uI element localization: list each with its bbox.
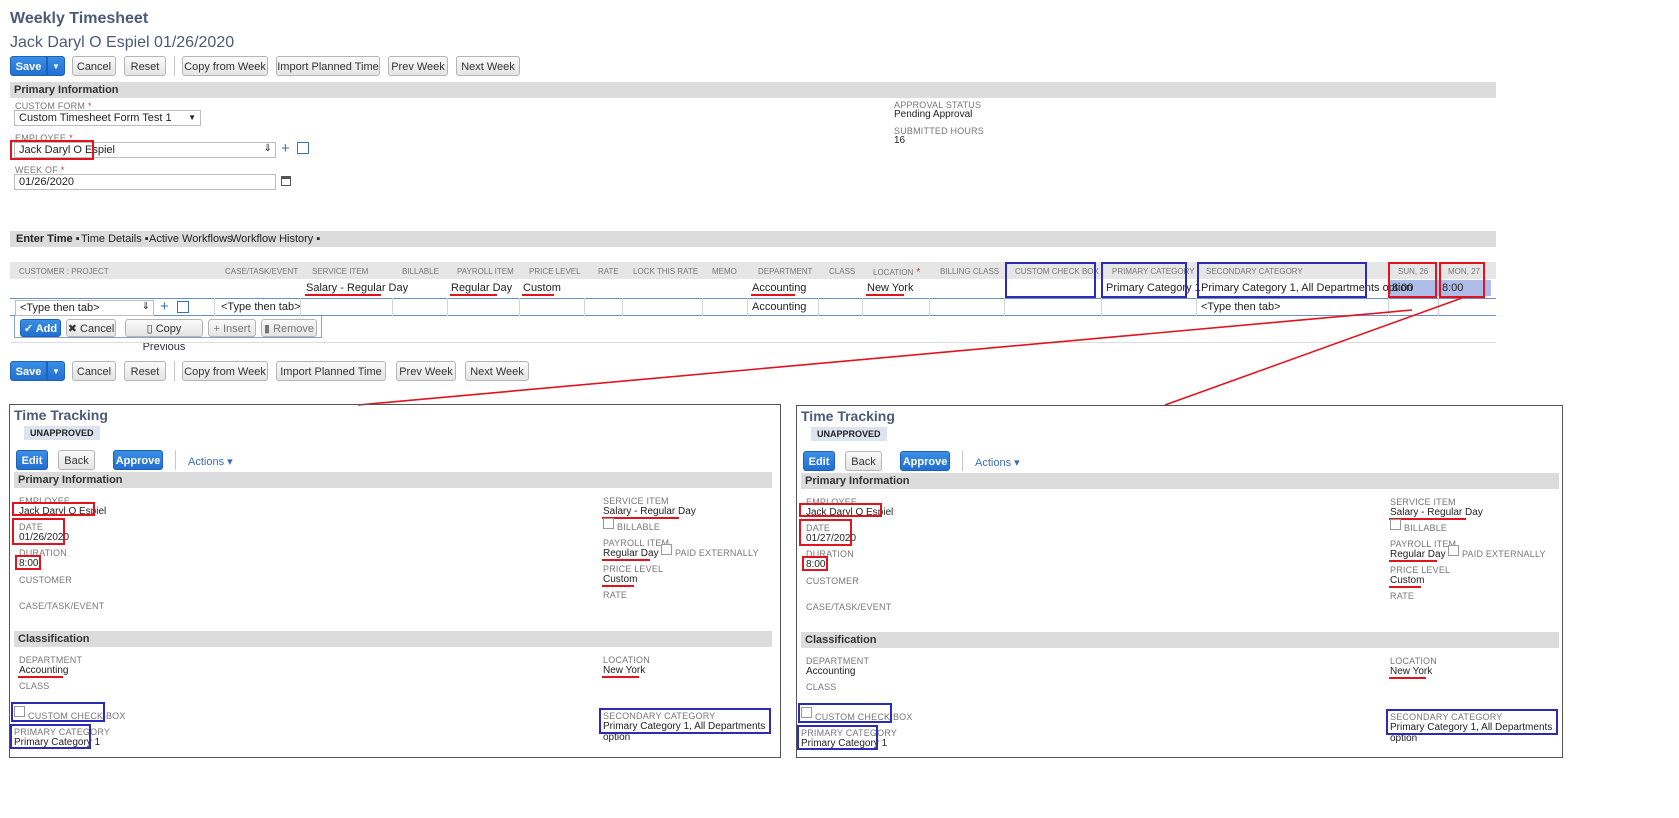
payroll-item-label: PAYROLL ITEM [1390,539,1457,549]
customer-label: CUSTOMER [806,576,859,586]
underline-location [1389,677,1426,679]
highlight-custom-check-box [11,702,105,722]
back-button[interactable]: Back [58,450,95,470]
edit-button[interactable]: Edit [803,451,835,471]
location-value: New York [1390,666,1433,677]
service-item-value: Salary - Regular Day [1390,507,1483,518]
back-button[interactable]: Back [845,451,882,471]
paid-externally-checkbox[interactable] [661,544,672,555]
class-label: CLASS [19,681,50,691]
highlight-duration [15,555,41,570]
highlight-date [12,518,65,545]
highlight-secondary-category [1386,709,1558,735]
underline-price-level [602,585,634,587]
rate-label: RATE [1390,591,1415,601]
underline-payroll-item [1389,560,1437,562]
billable-checkbox[interactable] [603,518,614,529]
tt-primary-section: Primary Information [14,472,772,488]
department-value: Accounting [806,666,856,677]
case-task-event-label: CASE/TASK/EVENT [806,602,892,612]
location-value: New York [603,665,646,676]
time-tracking-panel-2: Time Tracking UNAPPROVED Edit Back Appro… [796,405,1563,758]
highlight-employee [12,502,95,516]
status-badge: UNAPPROVED [24,426,100,440]
actions-menu[interactable]: Actions ▾ [975,456,1020,469]
price-level-value: Custom [1390,575,1425,586]
highlight-primary-category [797,725,878,750]
payroll-item-value: Regular Day [1390,549,1446,560]
highlight-custom-check-box [798,703,892,723]
highlight-secondary-category [599,708,771,734]
underline-location [602,676,639,678]
department-label: DEPARTMENT [19,655,83,665]
highlight-primary-category [10,724,91,749]
edit-button[interactable]: Edit [16,450,48,470]
time-tracking-panel-1: Time Tracking UNAPPROVED Edit Back Appro… [9,404,781,758]
status-badge: UNAPPROVED [811,427,887,441]
service-item-label: SERVICE ITEM [1390,497,1456,507]
price-level-value: Custom [603,574,638,585]
highlight-date [799,519,852,546]
location-label: LOCATION [1390,656,1437,666]
case-task-event-label: CASE/TASK/EVENT [19,601,105,611]
price-level-label: PRICE LEVEL [603,564,664,574]
location-label: LOCATION [603,655,650,665]
service-item-value: Salary - Regular Day [603,506,696,517]
underline-department [18,676,63,678]
billable-label: BILLABLE [1404,523,1448,533]
connector-mon [1164,297,1463,406]
billable-label: BILLABLE [617,522,661,532]
tt-title: Time Tracking [14,407,108,423]
paid-externally-checkbox[interactable] [1448,545,1459,556]
customer-label: CUSTOMER [19,575,72,585]
underline-payroll-item [602,559,650,561]
highlight-employee [799,503,882,517]
actions-menu[interactable]: Actions ▾ [188,455,233,468]
class-label: CLASS [806,682,837,692]
price-level-label: PRICE LEVEL [1390,565,1451,575]
connector-sun [357,309,1413,406]
highlight-duration [802,556,828,571]
paid-externally-label: PAID EXTERNALLY [1462,549,1546,559]
payroll-item-label: PAYROLL ITEM [603,538,670,548]
tt-classification-section: Classification [801,632,1559,648]
service-item-label: SERVICE ITEM [603,496,669,506]
payroll-item-value: Regular Day [603,548,659,559]
tt-primary-section: Primary Information [801,473,1559,489]
underline-price-level [1389,586,1421,588]
department-value: Accounting [19,665,69,676]
approve-button[interactable]: Approve [113,450,163,470]
department-label: DEPARTMENT [806,656,870,666]
paid-externally-label: PAID EXTERNALLY [675,548,759,558]
tt-classification-section: Classification [14,631,772,647]
approve-button[interactable]: Approve [900,451,950,471]
tt-title: Time Tracking [801,408,895,424]
billable-checkbox[interactable] [1390,519,1401,530]
rate-label: RATE [603,590,628,600]
